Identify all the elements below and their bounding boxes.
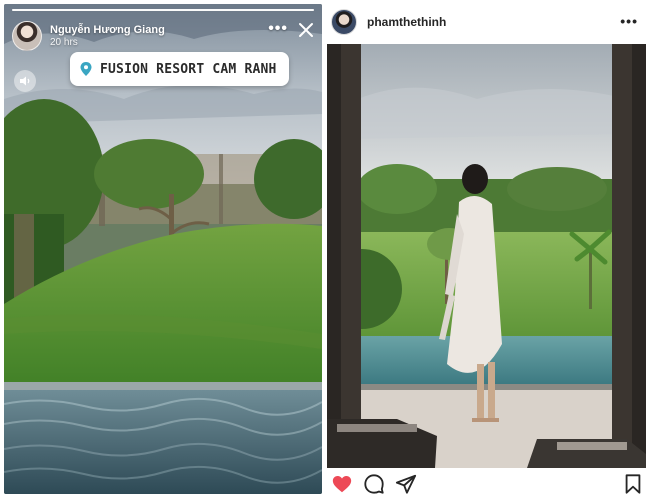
heart-icon[interactable] xyxy=(331,473,353,495)
story-more-options-button[interactable]: ••• xyxy=(268,20,288,38)
story-user-info: Nguyễn Hương Giang 20 hrs xyxy=(50,24,165,48)
story-avatar[interactable] xyxy=(12,21,42,51)
post-actions-bar xyxy=(327,470,646,496)
sound-toggle-button[interactable] xyxy=(14,70,36,92)
post-avatar[interactable] xyxy=(331,9,357,35)
story-timestamp: 20 hrs xyxy=(50,36,78,48)
comparison-page: Nguyễn Hương Giang 20 hrs ••• FUSION RES… xyxy=(0,0,650,500)
post-photo[interactable] xyxy=(327,44,646,468)
story-progress-fill xyxy=(12,9,314,11)
paper-plane-icon[interactable] xyxy=(395,473,417,495)
post-more-options-button[interactable]: ••• xyxy=(620,13,638,29)
post-header: phamthethinh ••• xyxy=(327,4,646,40)
bookmark-icon[interactable] xyxy=(622,473,644,495)
story-username[interactable]: Nguyễn Hương Giang xyxy=(50,24,165,37)
speaker-icon xyxy=(20,76,30,86)
close-icon[interactable] xyxy=(298,22,314,38)
post-photo-scene xyxy=(327,44,646,468)
location-label: FUSION RESORT CAM RANH xyxy=(100,61,277,77)
location-pin-icon xyxy=(80,62,92,76)
location-sticker[interactable]: FUSION RESORT CAM RANH xyxy=(70,52,289,86)
instagram-story[interactable]: Nguyễn Hương Giang 20 hrs ••• FUSION RES… xyxy=(4,4,322,494)
story-progress-bar xyxy=(12,9,314,11)
comment-icon[interactable] xyxy=(363,473,385,495)
post-username[interactable]: phamthethinh xyxy=(367,15,446,29)
instagram-post: phamthethinh ••• xyxy=(327,4,646,496)
